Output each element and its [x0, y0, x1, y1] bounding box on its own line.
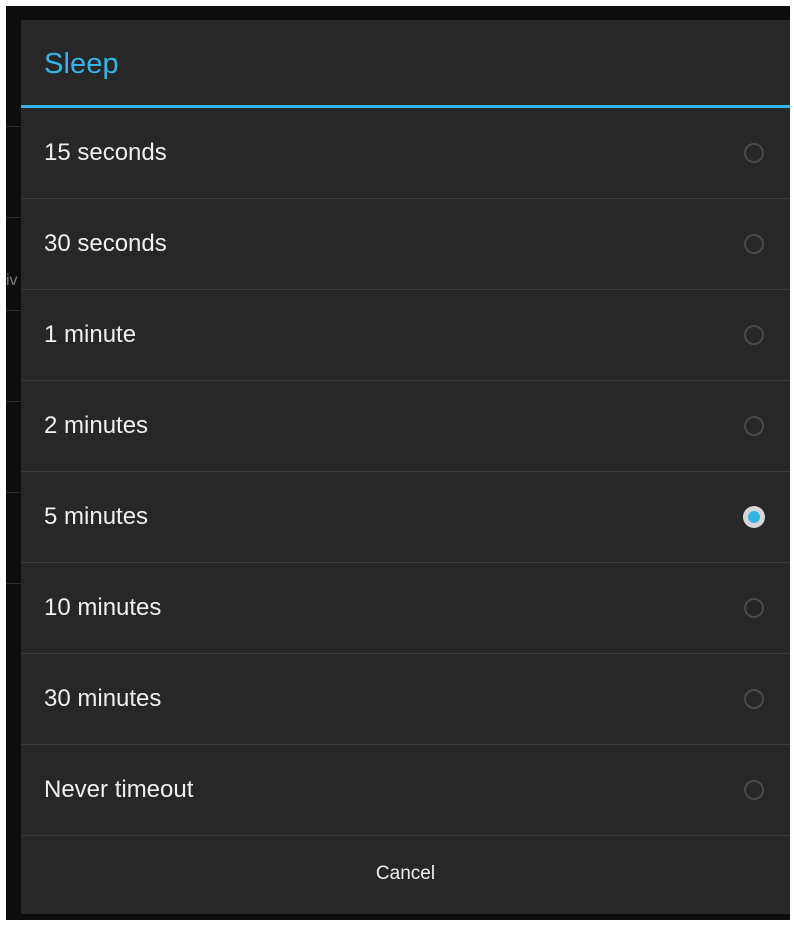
option-30-seconds[interactable]: 30 seconds	[21, 199, 790, 290]
option-never-timeout[interactable]: Never timeout	[21, 745, 790, 836]
option-10-minutes[interactable]: 10 minutes	[21, 563, 790, 654]
cancel-button[interactable]: Cancel	[376, 863, 435, 885]
option-15-seconds[interactable]: 15 seconds	[21, 108, 790, 199]
radio-button-icon[interactable]	[744, 780, 764, 800]
dialog-header: Sleep	[21, 20, 790, 108]
radio-button-icon[interactable]	[744, 143, 764, 163]
option-1-minute[interactable]: 1 minute	[21, 290, 790, 381]
screen: iv Sleep 15 seconds 30 seconds 1 minute …	[6, 6, 790, 920]
option-label: Never timeout	[44, 776, 194, 803]
radio-button-icon[interactable]	[744, 325, 764, 345]
option-label: 15 seconds	[44, 139, 167, 166]
radio-button-icon[interactable]	[744, 416, 764, 436]
background-partial-label: iv	[6, 272, 18, 289]
sleep-dialog: Sleep 15 seconds 30 seconds 1 minute 2 m…	[21, 20, 790, 914]
option-30-minutes[interactable]: 30 minutes	[21, 654, 790, 745]
option-label: 30 minutes	[44, 685, 162, 712]
dialog-footer: Cancel	[21, 836, 790, 911]
option-label: 5 minutes	[44, 503, 149, 530]
option-label: 10 minutes	[44, 594, 162, 621]
radio-button-selected-icon[interactable]	[743, 506, 765, 528]
option-5-minutes[interactable]: 5 minutes	[21, 472, 790, 563]
radio-button-icon[interactable]	[744, 598, 764, 618]
option-label: 2 minutes	[44, 412, 149, 439]
option-label: 1 minute	[44, 321, 137, 348]
option-2-minutes[interactable]: 2 minutes	[21, 381, 790, 472]
sleep-options-list: 15 seconds 30 seconds 1 minute 2 minutes…	[21, 108, 790, 836]
dialog-title: Sleep	[44, 47, 119, 80]
option-label: 30 seconds	[44, 230, 167, 257]
radio-button-icon[interactable]	[744, 689, 764, 709]
radio-button-icon[interactable]	[744, 234, 764, 254]
